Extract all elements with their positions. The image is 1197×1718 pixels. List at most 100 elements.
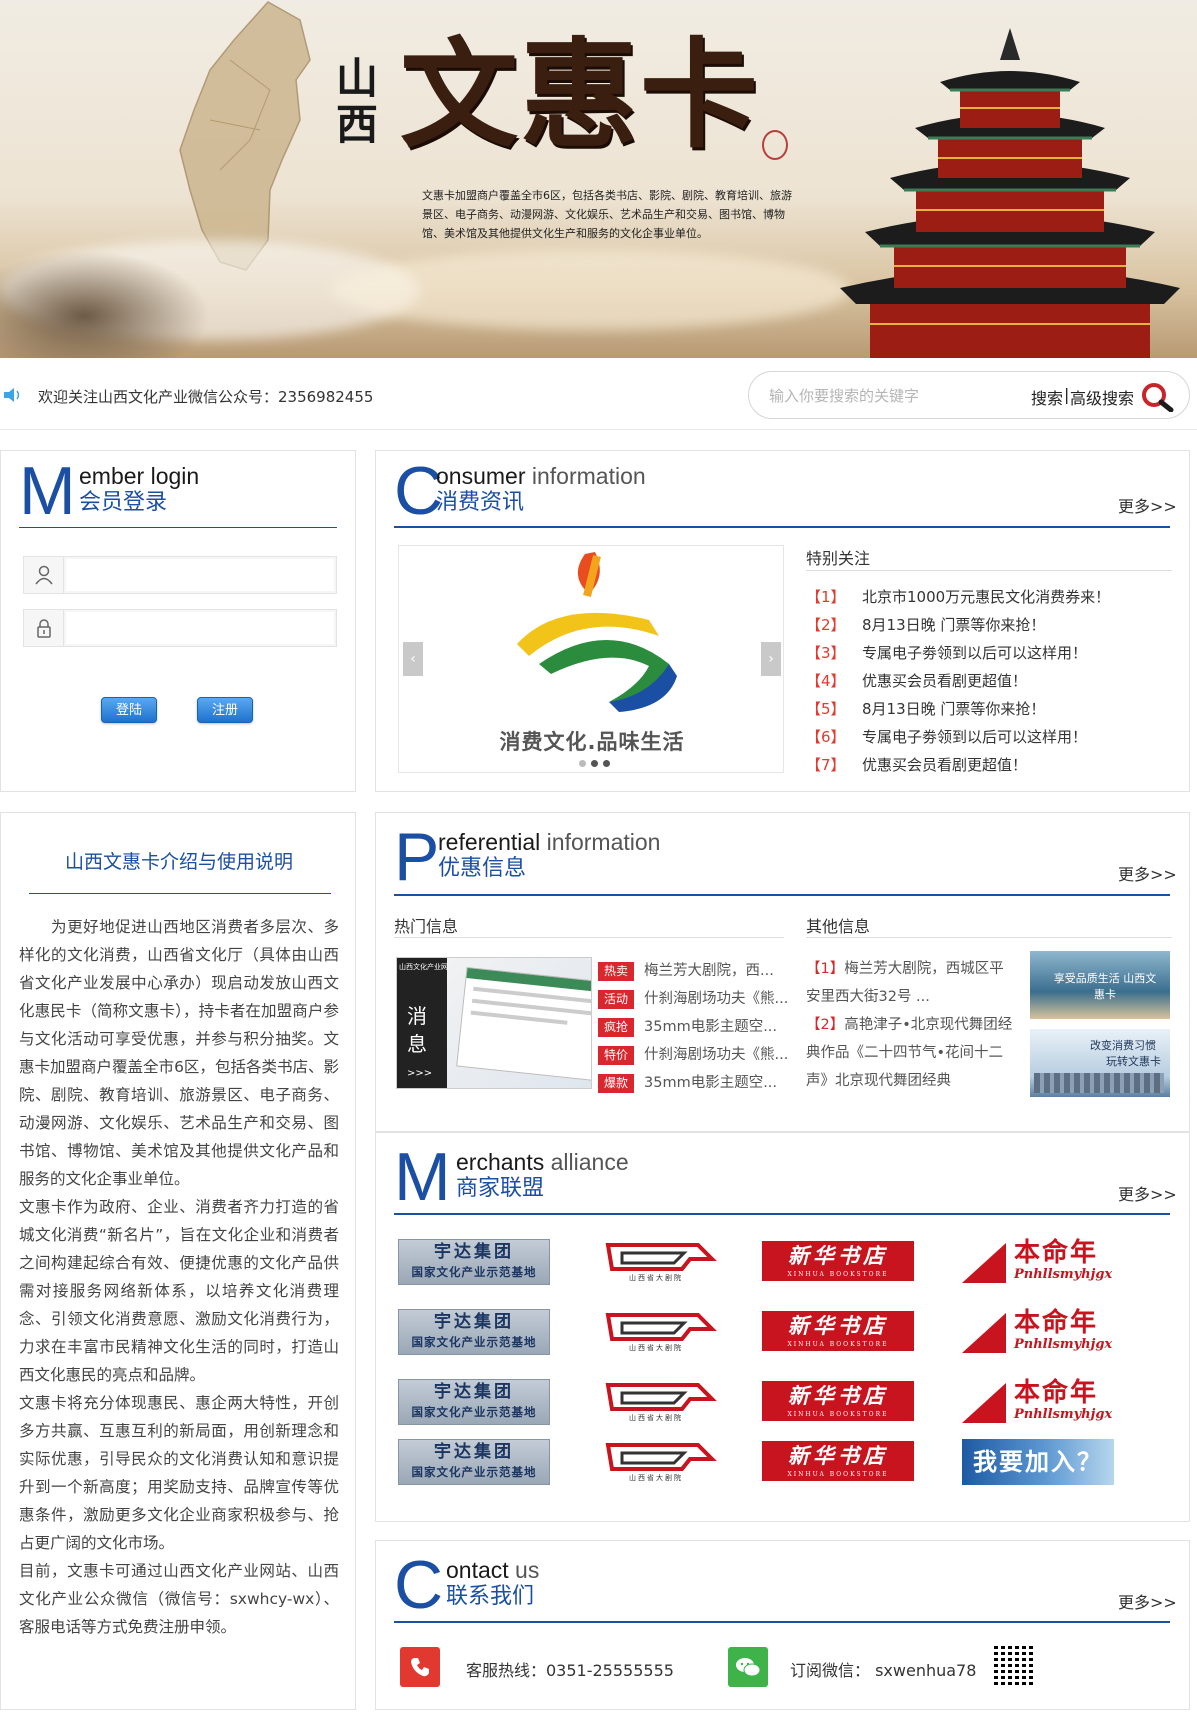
news-item[interactable]: 【4】 优惠买会员看剧更超值！ (806, 667, 1110, 695)
news-item[interactable]: 【1】 北京市1000万元惠民文化消费券来！ (806, 583, 1110, 611)
news-item[interactable]: 【7】 优惠买会员看剧更超值！ (806, 751, 1110, 779)
contact-cn-title: 联系我们 (446, 1584, 535, 1609)
speaker-icon (4, 388, 20, 402)
join-button[interactable]: 我要加入？ (962, 1439, 1114, 1485)
search-icon[interactable] (1141, 382, 1175, 412)
merchant-logo-xinhua[interactable]: 新华书店 XINHUA BOOKSTORE (762, 1441, 914, 1481)
banner-description: 文惠卡加盟商户覆盖全市6区，包括各类书店、影院、剧院、教育培训、旅游景区、电子商… (422, 189, 792, 240)
register-button[interactable]: 注册 (197, 697, 253, 723)
login-button[interactable]: 登陆 (101, 697, 157, 723)
username-input[interactable] (66, 559, 334, 591)
merchants-big-letter: M (394, 1139, 451, 1215)
merchant-logo-theatre[interactable]: 山西省大剧院 (580, 1379, 732, 1425)
consumer-info-panel: C onsumer information 消费资讯 更多>> 消费文化.品味生… (375, 450, 1190, 792)
news-item[interactable]: 【2】 8月13日晚 门票等你来抢！ (806, 611, 1110, 639)
news-item[interactable]: 【3】 专属电子劵领到以后可以这样用！ (806, 639, 1110, 667)
thumb-text: 消息 (407, 1004, 427, 1056)
seal-stamp: ​ (762, 130, 788, 160)
login-big-letter: M (19, 453, 76, 529)
search-link[interactable]: 搜索 (1031, 385, 1063, 409)
news-item[interactable]: 【5】 8月13日晚 门票等你来抢！ (806, 695, 1110, 723)
merchant-logo-yuda[interactable]: 宇达集团 国家文化产业示范基地 (398, 1439, 550, 1485)
special-rule (806, 570, 1172, 571)
merchants-cn-title: 商家联盟 (456, 1176, 545, 1201)
phone-icon (400, 1647, 440, 1687)
top-banner: 山西 文惠卡 ​ 文惠卡加盟商户覆盖全市6区，包括各类书店、影院、剧院、教育培训… (0, 0, 1197, 358)
wechat-icon (728, 1647, 768, 1687)
other-rule (806, 937, 1172, 938)
merchant-logo-benmingnian[interactable]: 本命年 Pnhllsmyhjgx (962, 1239, 1114, 1285)
search-input[interactable] (769, 384, 1009, 408)
preferential-panel: P referential information 优惠信息 更多>> 热门信息… (375, 812, 1190, 1132)
news-item[interactable]: 【6】 专属电子劵领到以后可以这样用！ (806, 723, 1110, 751)
slide-dot[interactable] (579, 760, 586, 767)
other-item[interactable]: 【1】梅兰芳大剧院，西城区平安里西大街32号 ... (806, 955, 1018, 1011)
user-icon (24, 557, 64, 593)
slide-next-button[interactable]: › (761, 642, 781, 676)
merchant-logo-xinhua[interactable]: 新华书店 XINHUA BOOKSTORE (762, 1241, 914, 1281)
merchant-logo-xinhua[interactable]: 新华书店 XINHUA BOOKSTORE (762, 1311, 914, 1351)
consumer-more-link[interactable]: 更多>> (1118, 493, 1177, 517)
merchant-logo-theatre[interactable]: 山西省大剧院 (580, 1239, 732, 1285)
special-list: 【1】 北京市1000万元惠民文化消费券来！ 【2】 8月13日晚 门票等你来抢！ … (806, 583, 1110, 779)
login-title-rule (19, 527, 337, 528)
contact-en-title: ontact us (446, 1557, 540, 1583)
ink-rock-graphic (0, 250, 210, 358)
hot-item[interactable]: 特价 什刹海剧场功夫《熊... (598, 1041, 788, 1069)
slide-prev-button[interactable]: ‹ (403, 642, 423, 676)
merchants-panel: M erchants alliance 商家联盟 更多>> 宇达集团 国家文化产业… (375, 1132, 1190, 1522)
other-item[interactable]: 【2】高艳津子•北京现代舞团经典作品《二十四节气•花间十二声》北京现代舞团经典 (806, 1011, 1018, 1095)
merchants-more-link[interactable]: 更多>> (1118, 1181, 1177, 1205)
merchant-logo-yuda[interactable]: 宇达集团 国家文化产业示范基地 (398, 1309, 550, 1355)
hot-item[interactable]: 热卖 梅兰芳大剧院，西... (598, 957, 788, 985)
lock-icon (24, 610, 64, 646)
intro-paragraph: 为更好地促进山西地区消费者多层次、多样化的文化消费，山西省文化厅（具体由山西省文… (19, 918, 339, 1188)
consumer-title-rule (394, 526, 1170, 528)
brand-title: 文惠卡 (400, 25, 761, 164)
login-cn-title: 会员登录 (79, 490, 168, 515)
search-separator: | (1064, 385, 1070, 404)
consumer-cn-title: 消费资讯 (436, 490, 525, 515)
contact-title-rule (394, 1621, 1170, 1623)
pref-title-rule (394, 894, 1170, 896)
contact-big-letter: C (394, 1547, 444, 1623)
pref-en-title: referential information (438, 829, 661, 855)
side-image-2[interactable]: 改变消费习惯 玩转文惠卡 (1030, 1029, 1170, 1097)
slideshow: 消费文化.品味生活 ‹ › (398, 545, 784, 773)
password-input[interactable] (66, 612, 334, 644)
intro-paragraph: 目前，文惠卡可通过山西文化产业网站、山西文化产业公众微信（微信号：sxwhcy-… (19, 1562, 339, 1636)
password-field (23, 609, 337, 647)
member-login-panel: M ember login 会员登录 登陆 注册 (0, 450, 356, 792)
merchant-logo-theatre[interactable]: 山西省大剧院 (580, 1309, 732, 1355)
merchant-logo-theatre[interactable]: 山西省大剧院 (580, 1439, 732, 1485)
merchant-logo-benmingnian[interactable]: 本命年 Pnhllsmyhjgx (962, 1379, 1114, 1425)
pagoda-graphic (840, 28, 1180, 358)
hot-item[interactable]: 爆款 35mm电影主题空... (598, 1069, 788, 1097)
intro-paragraph: 文惠卡作为政府、企业、消费者齐力打造的省城文化消费“新名片”，旨在文化企业和消费… (19, 1198, 339, 1384)
slide-dot[interactable] (591, 760, 598, 767)
hot-item[interactable]: 疯抢 35mm电影主题空... (598, 1013, 788, 1041)
merchant-logo-yuda[interactable]: 宇达集团 国家文化产业示范基地 (398, 1239, 550, 1285)
side-image-1[interactable]: 享受品质生活 山西文惠卡 (1030, 951, 1170, 1019)
merchant-logo-yuda[interactable]: 宇达集团 国家文化产业示范基地 (398, 1379, 550, 1425)
pref-big-letter: P (394, 819, 440, 895)
advanced-search-link[interactable]: 高级搜索 (1070, 385, 1134, 409)
merchant-logo-benmingnian[interactable]: 本命年 Pnhllsmyhjgx (962, 1309, 1114, 1355)
contact-more-link[interactable]: 更多>> (1118, 1589, 1177, 1613)
intro-title: 山西文惠卡介绍与使用说明 (64, 851, 293, 873)
other-list: 【1】梅兰芳大剧院，西城区平安里西大街32号 ... 【2】高艳津子•北京现代舞… (806, 955, 1018, 1095)
hot-thumbnail[interactable]: 山西文化产业网 消息 >>> (396, 957, 592, 1089)
slide-dot[interactable] (603, 760, 610, 767)
hot-item[interactable]: 活动 什刹海剧场功夫《熊... (598, 985, 788, 1013)
hot-rule (394, 937, 784, 938)
thumb-site-name: 山西文化产业网 (399, 963, 448, 971)
pref-cn-title: 优惠信息 (438, 856, 527, 881)
side-image-1-text: 享受品质生活 山西文惠卡 (1053, 972, 1157, 1001)
contact-panel: C ontact us 联系我们 更多>> 客服热线：0351-25555555… (375, 1540, 1190, 1710)
merchant-logo-xinhua[interactable]: 新华书店 XINHUA BOOKSTORE (762, 1381, 914, 1421)
special-title: 特别关注 (806, 549, 871, 568)
pref-more-link[interactable]: 更多>> (1118, 861, 1177, 885)
login-en-title: ember login (79, 463, 200, 489)
intro-panel: 山西文惠卡介绍与使用说明 为更好地促进山西地区消费者多层次、多样化的文化消费，山… (0, 812, 356, 1710)
qr-code (994, 1643, 1036, 1685)
